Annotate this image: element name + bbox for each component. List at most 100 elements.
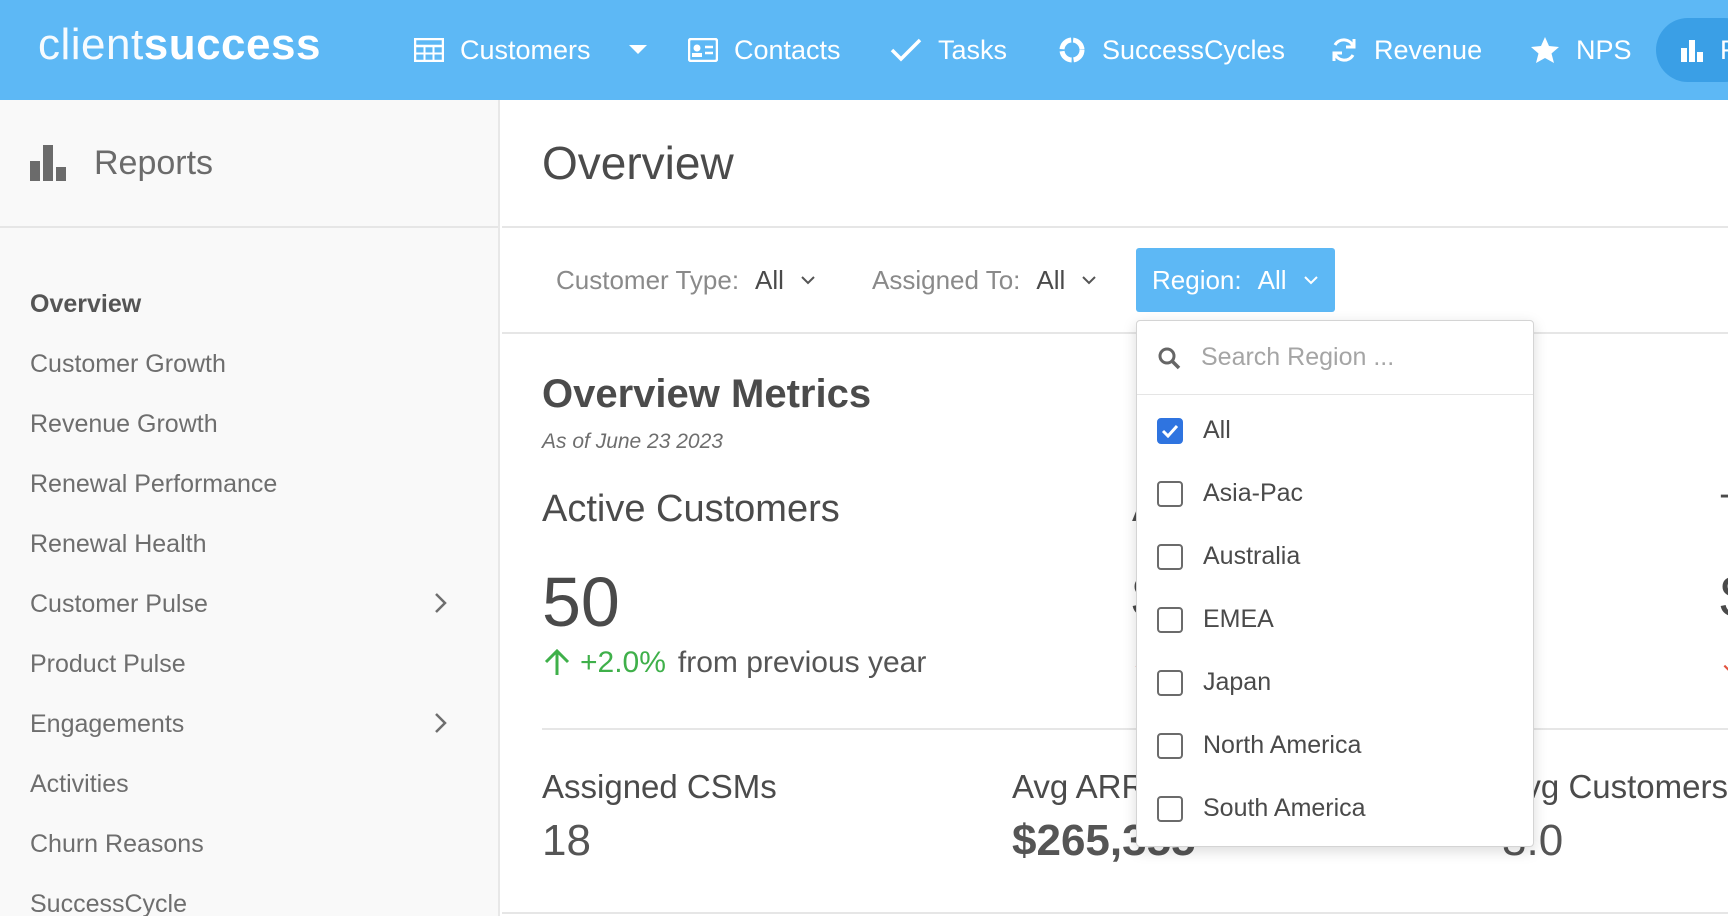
- region-search: [1137, 321, 1533, 395]
- option-label: Japan: [1203, 668, 1272, 696]
- bar-chart-icon: [1681, 40, 1703, 62]
- nav-revenue[interactable]: Revenue: [1330, 30, 1482, 70]
- checkbox[interactable]: [1157, 480, 1183, 507]
- sidebar-item-customer-growth[interactable]: Customer Growth: [0, 334, 498, 394]
- filter-label: Customer Type:: [556, 264, 740, 295]
- filter-label: Region:: [1152, 264, 1242, 295]
- nav-nps-label: NPS: [1576, 34, 1632, 65]
- nav-contacts-label: Contacts: [734, 34, 841, 65]
- assigned-csms-value: 18: [542, 816, 591, 865]
- search-icon: [1158, 347, 1181, 369]
- reports-bar-chart-icon: [30, 145, 66, 181]
- option-label: EMEA: [1203, 605, 1274, 633]
- chevron-right-icon: [435, 593, 447, 613]
- region-option-emea[interactable]: EMEA: [1137, 588, 1533, 651]
- region-option-all[interactable]: All: [1137, 399, 1533, 462]
- sidebar-item-renewal-health[interactable]: Renewal Health: [0, 514, 498, 574]
- sidebar-item-label: Customer Pulse: [30, 589, 208, 618]
- option-label: South America: [1203, 794, 1366, 822]
- chevron-down-icon: [1082, 276, 1097, 285]
- region-search-input[interactable]: [1201, 343, 1501, 372]
- sidebar-header: Reports: [0, 100, 498, 228]
- checkmark-icon: [1161, 424, 1179, 438]
- page-title: Overview: [542, 137, 734, 189]
- as-of-date: As of June 23 2023: [542, 430, 723, 453]
- sidebar-item-engagements[interactable]: Engagements: [0, 694, 498, 754]
- chevron-down-icon: [801, 276, 815, 285]
- filter-value: All: [755, 264, 784, 295]
- main-content: Overview Customer Type: All Assigned To:…: [502, 100, 1728, 916]
- negative-trend-icon: ↘: [1720, 656, 1728, 687]
- nav-tasks-label: Tasks: [938, 34, 1008, 65]
- sidebar-item-renewal-performance[interactable]: Renewal Performance: [0, 454, 498, 514]
- divider: [502, 226, 1728, 228]
- nav-tasks[interactable]: Tasks: [890, 30, 1007, 70]
- region-option-asia-pac[interactable]: Asia-Pac: [1137, 462, 1533, 525]
- divider: [502, 332, 1728, 334]
- table-grid-icon: [414, 38, 444, 62]
- refresh-icon: [1332, 38, 1356, 62]
- cycle-ring-icon: [1059, 37, 1085, 63]
- section-title: Overview Metrics: [542, 372, 872, 416]
- contact-card-icon: [688, 38, 718, 62]
- checkbox[interactable]: [1157, 795, 1183, 822]
- delta-text: from previous year: [677, 646, 927, 679]
- customers-menu-caret[interactable]: [628, 30, 664, 70]
- customers-stat-label: Avg Customers: [1503, 768, 1728, 805]
- filter-label: Assigned To:: [872, 264, 1021, 295]
- brand-logo[interactable]: clientsuccess: [38, 20, 321, 70]
- region-option-japan[interactable]: Japan: [1137, 651, 1533, 714]
- assigned-to-filter[interactable]: Assigned To: All: [872, 248, 1097, 312]
- active-customers-value: 50: [542, 563, 620, 641]
- star-icon: [1531, 37, 1559, 63]
- checkbox[interactable]: [1157, 543, 1183, 570]
- option-label: North America: [1203, 731, 1362, 759]
- filter-value: All: [1257, 264, 1287, 295]
- region-options: All Asia-Pac Australia EMEA Japan North …: [1137, 395, 1533, 840]
- avg-arr-label: Avg ARR: [1012, 768, 1146, 805]
- active-customers-delta: +2.0% from previous year: [542, 646, 926, 680]
- sidebar-item-successcycle[interactable]: SuccessCycle: [0, 874, 498, 916]
- nav-successcycles[interactable]: SuccessCycles: [1058, 30, 1285, 70]
- checkbox-checked[interactable]: [1157, 417, 1183, 444]
- assigned-csms-label: Assigned CSMs: [542, 768, 777, 805]
- metric-card-3-title: T: [1720, 488, 1728, 531]
- nav-reports[interactable]: F: [1656, 18, 1728, 82]
- sidebar-title: Reports: [94, 143, 214, 182]
- customers-stat-value: 3.0: [1502, 816, 1728, 866]
- reports-sidebar: Reports Overview Customer Growth Revenue…: [0, 100, 500, 916]
- nav-successcycles-label: SuccessCycles: [1102, 34, 1286, 65]
- sidebar-item-overview[interactable]: Overview: [0, 274, 498, 334]
- caret-down-icon: [629, 45, 647, 54]
- delta-percent: +2.0%: [580, 646, 666, 679]
- nav-customers-label: Customers: [460, 34, 591, 65]
- checkbox[interactable]: [1157, 669, 1183, 696]
- region-option-australia[interactable]: Australia: [1137, 525, 1533, 588]
- nav-customers[interactable]: Customers: [414, 30, 591, 70]
- option-label: Asia-Pac: [1203, 479, 1304, 507]
- divider: [502, 912, 1728, 914]
- nav-contacts[interactable]: Contacts: [688, 30, 841, 70]
- metric-card-3-value: $: [1720, 562, 1728, 631]
- arrow-up-icon: [544, 648, 570, 675]
- active-customers-title: Active Customers: [542, 488, 840, 530]
- filter-value: All: [1036, 264, 1066, 295]
- checkbox[interactable]: [1157, 732, 1183, 759]
- region-filter[interactable]: Region: All: [1136, 248, 1335, 312]
- chevron-down-icon: [1303, 276, 1318, 285]
- sidebar-nav-list: Overview Customer Growth Revenue Growth …: [0, 228, 498, 916]
- nav-nps[interactable]: NPS: [1530, 30, 1632, 70]
- region-option-north-america[interactable]: North America: [1137, 714, 1533, 777]
- sidebar-item-revenue-growth[interactable]: Revenue Growth: [0, 394, 498, 454]
- region-option-south-america[interactable]: South America: [1137, 777, 1533, 840]
- customer-type-filter[interactable]: Customer Type: All: [556, 248, 816, 312]
- sidebar-item-customer-pulse[interactable]: Customer Pulse: [0, 574, 498, 634]
- checkbox[interactable]: [1157, 606, 1183, 633]
- sidebar-item-activities[interactable]: Activities: [0, 754, 498, 814]
- sidebar-item-product-pulse[interactable]: Product Pulse: [0, 634, 498, 694]
- sidebar-item-churn-reasons[interactable]: Churn Reasons: [0, 814, 498, 874]
- checkmark-icon: [890, 38, 922, 62]
- nav-reports-label: F: [1720, 35, 1728, 66]
- top-navbar: clientsuccess Customers Contacts Tasks S…: [0, 0, 1728, 100]
- chevron-right-icon: [435, 713, 447, 733]
